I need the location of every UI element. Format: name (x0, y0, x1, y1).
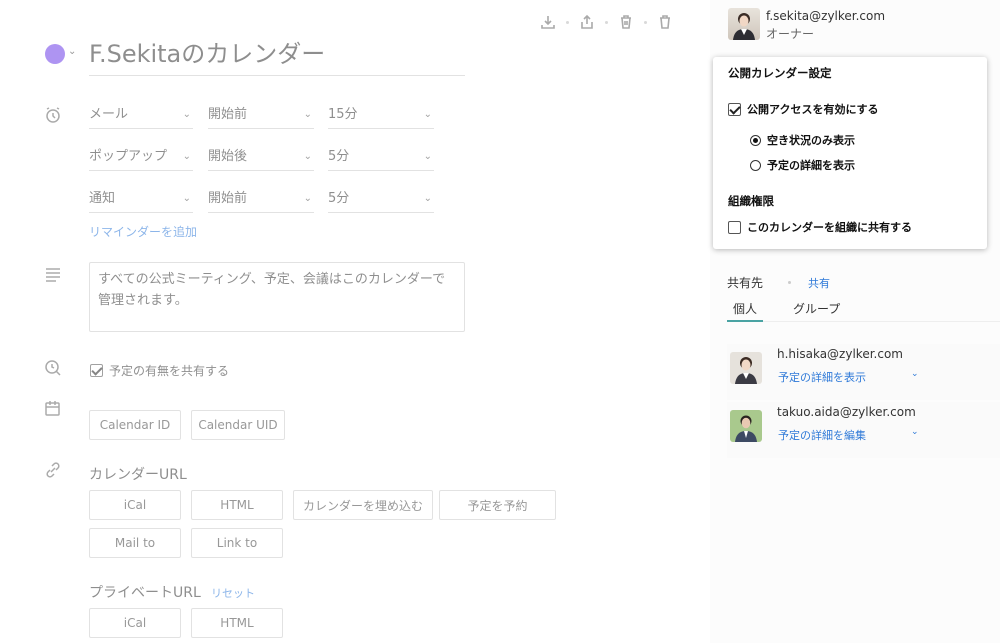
description-lines-icon (44, 266, 62, 284)
mail-to-button[interactable]: Mail to (89, 528, 181, 558)
reminder-amount-value: 5分 (328, 191, 350, 206)
permission-select[interactable]: 予定の詳細を表示 (778, 369, 866, 385)
chevron-down-icon: ⌄ (423, 109, 432, 120)
user-avatar (730, 352, 762, 384)
availability-search-icon (44, 359, 62, 377)
url-html-button[interactable]: HTML (191, 490, 283, 520)
reminder-amount-select[interactable]: 5分 ⌄ (328, 185, 434, 213)
chevron-down-icon: ⌄ (423, 151, 432, 162)
reminder-method-select[interactable]: ポップアップ ⌄ (89, 143, 193, 171)
calendar-color-picker[interactable] (45, 44, 65, 64)
reminder-method-select[interactable]: メール ⌄ (89, 101, 193, 129)
share-availability-checkbox[interactable] (90, 364, 103, 377)
reset-link[interactable]: リセット (211, 585, 255, 601)
reminder-method-value: 通知 (89, 191, 116, 206)
chevron-down-icon[interactable]: ⌄ (68, 46, 76, 57)
alarm-clock-icon (44, 106, 62, 124)
calendar-id-icon (44, 400, 62, 418)
separator-dot (644, 20, 647, 24)
reminder-amount-value: 5分 (328, 149, 350, 164)
chevron-down-icon: ⌄ (303, 109, 312, 120)
share-org-label: このカレンダーを組織に共有する (747, 221, 912, 234)
share-link[interactable]: 共有 (808, 275, 830, 291)
share-org-checkbox[interactable] (728, 220, 741, 234)
org-permission-heading: 組織権限 (728, 194, 774, 208)
tab-individual[interactable]: 個人 (727, 300, 763, 322)
tab-group[interactable]: グループ (793, 300, 840, 322)
public-calendar-settings-popup: 公開カレンダー設定 公開アクセスを有効にする 空き状況のみ表示 予定の詳細を表示… (713, 57, 987, 249)
reminder-method-select[interactable]: 通知 ⌄ (89, 185, 193, 213)
show-details-option[interactable]: 予定の詳細を表示 (750, 157, 855, 173)
separator-dot (788, 281, 791, 284)
share-availability-label: 予定の有無を共有する (109, 364, 230, 378)
show-details-radio[interactable] (750, 159, 761, 171)
calendar-url-heading: カレンダーURL (89, 467, 187, 483)
user-email: h.hisaka@zylker.com (777, 347, 903, 361)
private-url-heading: プライベートURL (89, 585, 201, 601)
sharing-tabs: 個人 グループ (727, 300, 1000, 322)
calendar-title-input[interactable]: F.Sekitaのカレンダー (89, 38, 465, 76)
availability-only-label: 空き状況のみ表示 (767, 134, 855, 147)
shared-with-heading: 共有先 (727, 276, 764, 290)
owner-role: オーナー (766, 27, 815, 41)
link-to-button[interactable]: Link to (191, 528, 283, 558)
share-icon[interactable] (577, 12, 597, 32)
show-details-label: 予定の詳細を表示 (767, 159, 855, 172)
private-ical-button[interactable]: iCal (89, 608, 181, 638)
reminder-method-value: メール (89, 107, 129, 122)
chevron-down-icon[interactable]: ⌄ (911, 427, 919, 437)
link-chain-icon (44, 461, 62, 479)
reminder-timing-select[interactable]: 開始前 ⌄ (208, 101, 314, 129)
chevron-down-icon: ⌄ (423, 193, 432, 204)
owner-avatar (728, 8, 760, 40)
availability-only-option[interactable]: 空き状況のみ表示 (750, 132, 855, 148)
embed-calendar-button[interactable]: カレンダーを埋め込む (293, 490, 433, 520)
calendar-uid-button[interactable]: Calendar UID (191, 410, 285, 440)
description-textarea[interactable]: すべての公式ミーティング、予定、会議はこのカレンダーで管理されます。 (89, 262, 465, 332)
reminder-timing-value: 開始前 (208, 191, 248, 206)
separator-dot (566, 20, 569, 24)
chevron-down-icon: ⌄ (303, 193, 312, 204)
popup-title: 公開カレンダー設定 (728, 66, 832, 80)
shared-user-row: takuo.aida@zylker.com 予定の詳細を編集 ⌄ (727, 402, 1000, 458)
add-reminder-link[interactable]: リマインダーを追加 (89, 223, 197, 240)
owner-email: f.sekita@zylker.com (766, 9, 886, 23)
enable-public-access-label: 公開アクセスを有効にする (747, 103, 879, 116)
share-availability-row[interactable]: 予定の有無を共有する (90, 362, 229, 379)
enable-public-access-checkbox[interactable] (728, 102, 741, 116)
delete-icon[interactable] (655, 12, 675, 32)
separator-dot (605, 20, 608, 24)
chevron-down-icon: ⌄ (182, 193, 191, 204)
shared-user-row: h.hisaka@zylker.com 予定の詳細を表示 ⌄ (727, 344, 1000, 400)
chevron-down-icon: ⌄ (303, 151, 312, 162)
private-html-button[interactable]: HTML (191, 608, 283, 638)
user-avatar (730, 410, 762, 442)
reminder-method-value: ポップアップ (89, 149, 168, 164)
trash-bin-icon[interactable] (616, 12, 636, 32)
calendar-settings-panel: ⌄ F.Sekitaのカレンダー メール ⌄ 開始前 ⌄ 15分 ⌄ ポップアップ ⌄ … (0, 0, 710, 643)
reminder-timing-value: 開始前 (208, 107, 248, 122)
reminder-timing-value: 開始後 (208, 149, 248, 164)
reminder-amount-select[interactable]: 15分 ⌄ (328, 101, 434, 129)
reminder-amount-select[interactable]: 5分 ⌄ (328, 143, 434, 171)
chevron-down-icon[interactable]: ⌄ (911, 369, 919, 379)
reminder-timing-select[interactable]: 開始後 ⌄ (208, 143, 314, 171)
download-icon[interactable] (538, 12, 558, 32)
enable-public-access-row[interactable]: 公開アクセスを有効にする (728, 101, 879, 117)
user-email: takuo.aida@zylker.com (777, 405, 916, 419)
booking-button[interactable]: 予定を予約 (439, 490, 556, 520)
chevron-down-icon: ⌄ (182, 151, 191, 162)
availability-only-radio[interactable] (750, 134, 761, 146)
toolbar (538, 12, 675, 32)
reminder-amount-value: 15分 (328, 107, 358, 122)
share-org-row[interactable]: このカレンダーを組織に共有する (728, 219, 912, 235)
calendar-id-button[interactable]: Calendar ID (89, 410, 181, 440)
permission-select[interactable]: 予定の詳細を編集 (778, 427, 866, 443)
reminder-timing-select[interactable]: 開始前 ⌄ (208, 185, 314, 213)
url-ical-button[interactable]: iCal (89, 490, 181, 520)
chevron-down-icon: ⌄ (182, 109, 191, 120)
